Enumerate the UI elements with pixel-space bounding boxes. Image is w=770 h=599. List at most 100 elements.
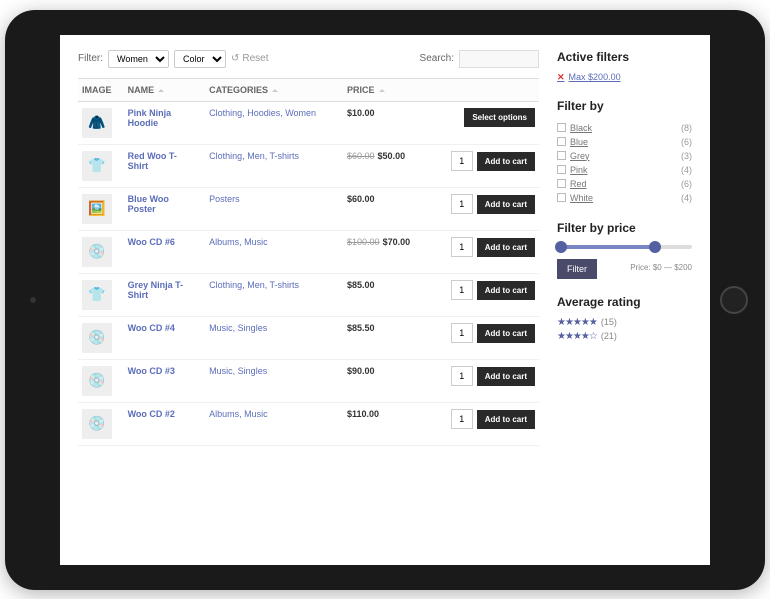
product-categories[interactable]: Clothing, Men, T-shirts xyxy=(209,151,299,161)
attr-count: (8) xyxy=(681,123,692,133)
product-name-link[interactable]: Woo CD #3 xyxy=(128,366,175,376)
product-thumb[interactable]: 🧥 xyxy=(82,108,112,138)
add-to-cart-button[interactable]: Add to cart xyxy=(477,410,535,429)
col-name[interactable]: NAME xyxy=(124,78,206,101)
checkbox-icon[interactable] xyxy=(557,193,566,202)
checkbox-icon[interactable] xyxy=(557,179,566,188)
col-price[interactable]: PRICE xyxy=(343,78,428,101)
product-thumb[interactable]: 👕 xyxy=(82,151,112,181)
product-thumb[interactable]: 💿 xyxy=(82,366,112,396)
filter-select-women[interactable]: Women xyxy=(108,50,169,68)
qty-input[interactable] xyxy=(451,151,473,171)
product-categories[interactable]: Albums, Music xyxy=(209,409,268,419)
product-name-link[interactable]: Red Woo T-Shirt xyxy=(128,151,188,171)
product-thumb[interactable]: 💿 xyxy=(82,323,112,353)
checkbox-icon[interactable] xyxy=(557,165,566,174)
rating-filter-row[interactable]: ★★★★☆ (21) xyxy=(557,331,692,342)
price-slider[interactable] xyxy=(557,245,692,249)
attr-count: (6) xyxy=(681,137,692,147)
filter-attr-item[interactable]: Blue(6) xyxy=(557,135,692,149)
slider-handle-max[interactable] xyxy=(649,241,661,253)
add-to-cart-button[interactable]: Add to cart xyxy=(477,281,535,300)
product-categories[interactable]: Music, Singles xyxy=(209,323,267,333)
table-row: 💿 Woo CD #3 Music, Singles $90.00 Add to… xyxy=(78,359,539,402)
product-price: $90.00 xyxy=(347,366,375,376)
rating-title: Average rating xyxy=(557,295,692,309)
filter-attr-item[interactable]: Pink(4) xyxy=(557,163,692,177)
product-categories[interactable]: Posters xyxy=(209,194,240,204)
product-name-link[interactable]: Woo CD #4 xyxy=(128,323,175,333)
search-label: Search: xyxy=(420,53,454,64)
stars-icon: ★★★★★ xyxy=(557,317,597,328)
table-row: 💿 Woo CD #6 Albums, Music $100.00$70.00 … xyxy=(78,230,539,273)
product-name-link[interactable]: Blue Woo Poster xyxy=(128,194,188,214)
product-price: $85.50 xyxy=(347,323,375,333)
product-name-link[interactable]: Woo CD #2 xyxy=(128,409,175,419)
qty-input[interactable] xyxy=(451,323,473,343)
attr-count: (4) xyxy=(681,165,692,175)
slider-handle-min[interactable] xyxy=(555,241,567,253)
product-categories[interactable]: Clothing, Hoodies, Women xyxy=(209,108,316,118)
product-price: $85.00 xyxy=(347,280,375,290)
price-range-label: Price: $0 — $200 xyxy=(630,263,692,272)
stars-icon: ★★★★☆ xyxy=(557,331,597,342)
add-to-cart-button[interactable]: Add to cart xyxy=(477,367,535,386)
filter-button[interactable]: Filter xyxy=(557,259,597,279)
product-thumb[interactable]: 💿 xyxy=(82,237,112,267)
product-price: $10.00 xyxy=(347,108,375,118)
product-thumb[interactable]: 🖼️ xyxy=(82,194,112,224)
table-row: 🖼️ Blue Woo Poster Posters $60.00 Add to… xyxy=(78,187,539,230)
attr-count: (3) xyxy=(681,151,692,161)
add-to-cart-button[interactable]: Add to cart xyxy=(477,152,535,171)
filter-attr-item[interactable]: White(4) xyxy=(557,191,692,205)
rating-count: (15) xyxy=(601,317,617,327)
table-row: 👕 Red Woo T-Shirt Clothing, Men, T-shirt… xyxy=(78,144,539,187)
filter-attr-item[interactable]: Grey(3) xyxy=(557,149,692,163)
col-categories[interactable]: CATEGORIES xyxy=(205,78,343,101)
qty-input[interactable] xyxy=(451,280,473,300)
product-name-link[interactable]: Woo CD #6 xyxy=(128,237,175,247)
product-name-link[interactable]: Grey Ninja T-Shirt xyxy=(128,280,188,300)
checkbox-icon[interactable] xyxy=(557,151,566,160)
product-categories[interactable]: Music, Singles xyxy=(209,366,267,376)
product-name-link[interactable]: Pink Ninja Hoodie xyxy=(128,108,188,128)
filter-attr-item[interactable]: Black(8) xyxy=(557,121,692,135)
average-rating: Average rating ★★★★★ (15) ★★★★☆ (21) xyxy=(557,295,692,342)
rating-count: (21) xyxy=(601,331,617,341)
table-row: 🧥 Pink Ninja Hoodie Clothing, Hoodies, W… xyxy=(78,101,539,144)
filter-attr-item[interactable]: Red(6) xyxy=(557,177,692,191)
checkbox-icon[interactable] xyxy=(557,123,566,132)
filter-by-price: Filter by price Filter Price: $0 — $200 xyxy=(557,221,692,279)
qty-input[interactable] xyxy=(451,409,473,429)
rating-filter-row[interactable]: ★★★★★ (15) xyxy=(557,317,692,328)
filter-select-color[interactable]: Color xyxy=(174,50,226,68)
filter-price-title: Filter by price xyxy=(557,221,692,235)
qty-input[interactable] xyxy=(451,366,473,386)
add-to-cart-button[interactable]: Add to cart xyxy=(477,195,535,214)
add-to-cart-button[interactable]: Add to cart xyxy=(477,238,535,257)
qty-input[interactable] xyxy=(451,237,473,257)
add-to-cart-button[interactable]: Add to cart xyxy=(477,324,535,343)
remove-filter-icon[interactable]: ✕ xyxy=(557,72,565,83)
qty-input[interactable] xyxy=(451,194,473,214)
reset-icon: ↺ xyxy=(231,53,239,64)
product-thumb[interactable]: 👕 xyxy=(82,280,112,310)
filter-by-title: Filter by xyxy=(557,99,692,113)
product-categories[interactable]: Clothing, Men, T-shirts xyxy=(209,280,299,290)
home-button[interactable] xyxy=(720,286,748,314)
table-row: 💿 Woo CD #2 Albums, Music $110.00 Add to… xyxy=(78,402,539,445)
reset-button[interactable]: ↺ Reset xyxy=(231,53,269,64)
table-row: 👕 Grey Ninja T-Shirt Clothing, Men, T-sh… xyxy=(78,273,539,316)
add-to-cart-button[interactable]: Select options xyxy=(464,108,535,127)
col-action xyxy=(428,78,539,101)
attr-count: (4) xyxy=(681,193,692,203)
product-price: $110.00 xyxy=(347,409,379,419)
search-input[interactable] xyxy=(459,50,539,68)
product-thumb[interactable]: 💿 xyxy=(82,409,112,439)
product-price: $100.00$70.00 xyxy=(347,237,410,247)
active-filter-item[interactable]: ✕ Max $200.00 xyxy=(557,72,692,83)
attr-count: (6) xyxy=(681,179,692,189)
col-image[interactable]: IMAGE xyxy=(78,78,124,101)
checkbox-icon[interactable] xyxy=(557,137,566,146)
product-categories[interactable]: Albums, Music xyxy=(209,237,268,247)
